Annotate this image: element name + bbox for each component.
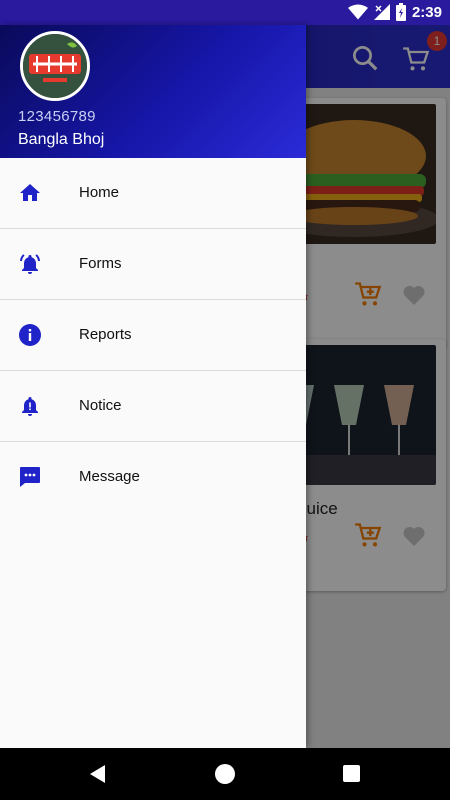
drawer-item-home[interactable]: Home [0,158,306,229]
recent-apps-icon[interactable] [343,765,360,782]
back-icon[interactable] [88,764,106,784]
drawer-item-label: Notice [79,397,122,414]
drawer-item-label: Reports [79,326,132,343]
user-phone: 123456789 [18,108,96,125]
user-name: Bangla Bhoj [18,131,105,148]
alarm-bell-icon [20,254,40,274]
drawer-header: 123456789 Bangla Bhoj [0,25,306,158]
home-icon [20,184,40,201]
drawer-item-label: Home [79,184,120,201]
drawer-item-reports[interactable]: Reports [0,300,306,371]
drawer-item-label: Message [79,468,140,485]
drawer-item-label: Forms [79,255,122,272]
home-button-icon[interactable] [215,764,235,784]
drawer-item-message[interactable]: Message [0,442,306,513]
drawer-item-forms[interactable]: Forms [0,229,306,300]
drawer-item-notice[interactable]: Notice [0,371,306,442]
status-icons: 2:39 [347,3,442,21]
system-nav-bar [0,748,450,800]
signal-icon [373,4,390,20]
bell-icon [22,397,38,416]
navigation-drawer: 123456789 Bangla Bhoj Home Forms Reports… [0,25,306,748]
battery-icon [395,3,406,21]
status-time: 2:39 [411,3,442,21]
message-icon [20,467,40,487]
status-bar: 2:39 [0,0,450,25]
wifi-icon [347,4,368,20]
info-icon [19,324,41,346]
brand-logo [20,31,90,101]
